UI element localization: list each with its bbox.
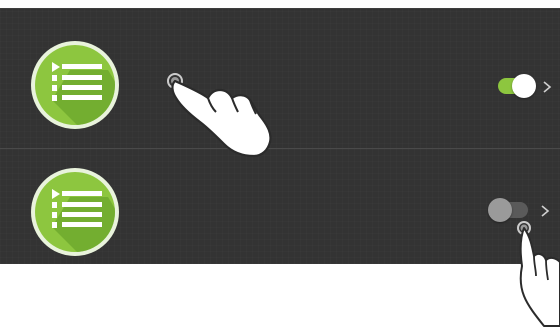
toggle-knob [488,198,512,222]
hand-pointer-icon [167,73,272,158]
chevron-right-icon[interactable] [540,204,550,218]
settings-list [0,8,560,264]
toggle-1[interactable] [498,74,536,98]
chevron-right-icon[interactable] [542,80,552,94]
list-app-icon [31,41,119,129]
list-item-1[interactable] [0,23,560,147]
hand-pointer-icon [517,221,560,327]
top-strip [0,0,560,8]
toggle-knob [512,74,536,98]
list-item-2[interactable] [0,149,560,273]
screen [0,0,560,328]
toggle-2[interactable] [488,198,528,222]
list-app-icon [31,168,119,256]
